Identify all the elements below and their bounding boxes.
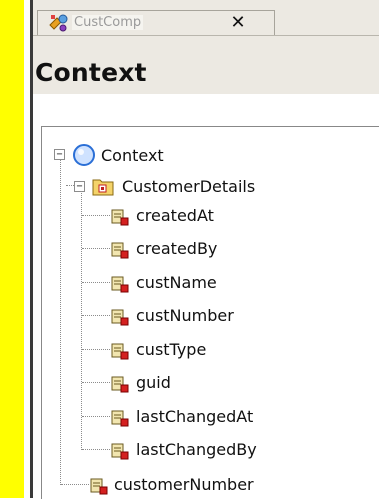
tree-node-context[interactable]: − Context bbox=[42, 143, 242, 167]
tree-node-label: customerNumber bbox=[114, 475, 254, 494]
tree-node-customerdetails[interactable]: − CustomerDetails bbox=[42, 174, 302, 198]
tree-attribute-customerNumber[interactable]: customerNumber bbox=[42, 473, 362, 497]
collapse-icon[interactable]: − bbox=[74, 181, 85, 192]
tree-attribute-custNumber[interactable]: custNumber bbox=[42, 304, 342, 328]
tree-attribute-lastChangedAt[interactable]: lastChangedAt bbox=[42, 405, 362, 429]
context-editor-panel: CustComp ✕ Context − Context − CustomerD… bbox=[33, 0, 379, 499]
attribute-icon bbox=[111, 309, 129, 326]
tree-node-label: custNumber bbox=[136, 306, 234, 325]
tree-node-label: custType bbox=[136, 340, 207, 359]
tree-node-label: createdAt bbox=[136, 206, 214, 225]
tree-node-label: Context bbox=[101, 146, 164, 165]
tree-attribute-guid[interactable]: guid bbox=[42, 371, 342, 395]
tree-attribute-createdAt[interactable]: createdAt bbox=[42, 204, 342, 228]
tree-node-label: lastChangedBy bbox=[136, 440, 257, 459]
collapse-icon[interactable]: − bbox=[54, 149, 65, 160]
editor-tab-bar: CustComp ✕ bbox=[33, 0, 379, 36]
tab-title: CustComp bbox=[72, 15, 144, 30]
tree-node-label: createdBy bbox=[136, 239, 218, 258]
left-yellow-strip bbox=[0, 0, 24, 498]
tree-node-label: CustomerDetails bbox=[122, 177, 256, 196]
attribute-icon bbox=[111, 443, 129, 460]
tree-node-label: custName bbox=[136, 273, 217, 292]
attribute-icon bbox=[90, 478, 108, 495]
page-title: Context bbox=[35, 58, 147, 87]
tree-attribute-lastChangedBy[interactable]: lastChangedBy bbox=[42, 438, 362, 462]
node-folder-icon bbox=[92, 179, 114, 196]
attribute-icon bbox=[111, 276, 129, 293]
tab-custcomp[interactable]: CustComp ✕ bbox=[37, 10, 275, 35]
tree-node-label: guid bbox=[136, 373, 171, 392]
context-tree: − Context − CustomerDetails createdAt cr… bbox=[41, 126, 379, 499]
tree-attribute-createdBy[interactable]: createdBy bbox=[42, 237, 342, 261]
attribute-icon bbox=[111, 410, 129, 427]
context-node-icon bbox=[73, 144, 95, 166]
view-header: Context bbox=[33, 36, 379, 94]
tree-node-label: lastChangedAt bbox=[136, 407, 254, 426]
attribute-icon bbox=[111, 343, 129, 360]
tree-attribute-custName[interactable]: custName bbox=[42, 271, 342, 295]
attribute-icon bbox=[111, 376, 129, 393]
attribute-icon bbox=[111, 209, 129, 226]
close-icon[interactable]: ✕ bbox=[226, 12, 250, 34]
attribute-icon bbox=[111, 242, 129, 259]
component-icon bbox=[49, 14, 68, 32]
tree-attribute-custType[interactable]: custType bbox=[42, 338, 342, 362]
